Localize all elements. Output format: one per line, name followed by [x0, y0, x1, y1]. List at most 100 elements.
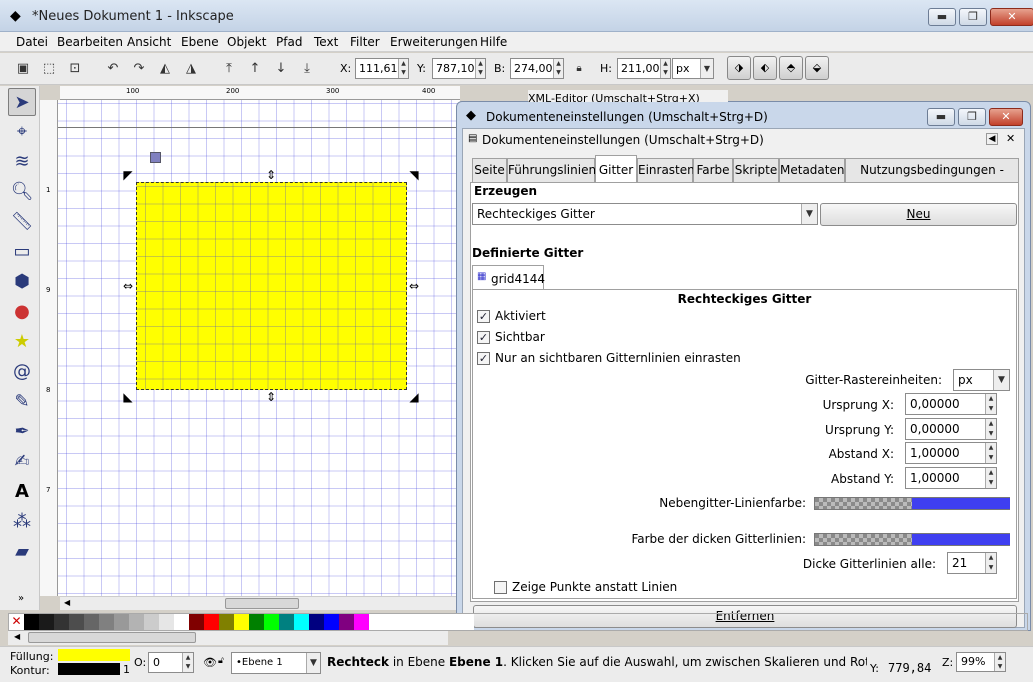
palette-swatch[interactable]	[219, 614, 234, 630]
palette-swatch[interactable]	[114, 614, 129, 630]
palette-swatch[interactable]	[264, 614, 279, 630]
menu-ebene[interactable]: Ebene	[181, 35, 219, 49]
select-all-icon[interactable]: ▣	[12, 58, 34, 80]
selected-rectangle[interactable]	[136, 182, 407, 390]
pen-tool-icon[interactable]: ✒	[8, 418, 36, 446]
rotate-cw-icon[interactable]: ↷	[128, 58, 150, 80]
grid-type-select[interactable]: Rechteckiges Gitter ▼	[472, 203, 818, 225]
menu-text[interactable]: Text	[314, 35, 338, 49]
enabled-checkbox[interactable]: ✓	[477, 310, 490, 323]
menu-bearbeiten[interactable]: Bearbeiten	[57, 35, 123, 49]
palette-swatch[interactable]	[39, 614, 54, 630]
close-button[interactable]: ✕	[990, 8, 1033, 26]
text-tool-icon[interactable]: A	[8, 478, 36, 506]
unit-dropdown-icon[interactable]: ▼	[700, 59, 713, 78]
palette-swatch[interactable]	[24, 614, 39, 630]
scale-handle-ne-icon[interactable]: ◥	[407, 168, 421, 182]
zoom-input[interactable]: 99% ▲ ▼	[956, 652, 1006, 672]
zoom-spin-icon[interactable]: ▲ ▼	[994, 653, 1005, 671]
opacity-spin-icon[interactable]: ▲ ▼	[182, 653, 193, 672]
palette-swatch[interactable]	[354, 614, 369, 630]
zoom-tool-icon[interactable]: 🔍︎	[8, 178, 36, 206]
minimize-button[interactable]: ▬	[928, 8, 956, 26]
opacity-input[interactable]: 0 ▲ ▼	[148, 652, 194, 673]
lower-to-bottom-icon[interactable]: ⤓	[296, 58, 318, 80]
palette-swatch[interactable]	[144, 614, 159, 630]
scale-handle-s-icon[interactable]: ⇕	[264, 390, 278, 404]
tab-skripte[interactable]: Skripte	[733, 158, 779, 182]
y-input[interactable]: 787,107 ▲ ▼	[432, 58, 486, 79]
scale-handle-e-icon[interactable]: ⇔	[407, 279, 421, 293]
palette-swatch[interactable]	[204, 614, 219, 630]
palette-swatch[interactable]	[69, 614, 84, 630]
palette-swatch[interactable]	[399, 614, 414, 630]
new-grid-button[interactable]: Neu	[820, 203, 1017, 226]
panel-close-icon[interactable]: ✕	[1006, 132, 1015, 145]
palette-swatch[interactable]	[369, 614, 384, 630]
origin-x-spin-icon[interactable]: ▲ ▼	[985, 394, 996, 414]
tab-einrasten[interactable]: Einrasten	[637, 158, 695, 182]
scale-corners-toggle[interactable]: ⬖	[753, 56, 777, 80]
units-dropdown-icon[interactable]: ▼	[993, 370, 1009, 390]
visible-checkbox[interactable]: ✓	[477, 331, 490, 344]
height-spin-icon[interactable]: ▲ ▼	[660, 59, 670, 78]
height-input[interactable]: 211,000 ▲ ▼	[617, 58, 671, 79]
layer-dropdown-icon[interactable]: ▼	[306, 653, 320, 673]
spiral-tool-icon[interactable]: @	[8, 358, 36, 386]
x-input[interactable]: 111,610 ▲ ▼	[355, 58, 409, 79]
palette-swatch[interactable]	[459, 614, 474, 630]
palette-swatch[interactable]	[84, 614, 99, 630]
scrollbar-thumb[interactable]	[28, 632, 196, 643]
scale-handle-se-icon[interactable]: ◢	[407, 390, 421, 404]
palette-swatch[interactable]	[309, 614, 324, 630]
palette-swatch[interactable]	[444, 614, 459, 630]
width-spin-icon[interactable]: ▲ ▼	[553, 59, 563, 78]
palette-swatch[interactable]	[429, 614, 444, 630]
layer-lock-icon[interactable]: 🔓︎	[218, 656, 224, 666]
spacing-y-spin-icon[interactable]: ▲ ▼	[985, 468, 996, 488]
no-paint-swatch[interactable]: ✕	[9, 614, 24, 630]
menu-erweiterungen[interactable]: Erweiterungen	[390, 35, 478, 49]
scroll-left-icon[interactable]: ◀	[64, 598, 70, 607]
lock-icon[interactable]: 🔒︎	[568, 58, 590, 80]
scale-handle-n-icon[interactable]: ⇕	[264, 168, 278, 182]
maximize-button[interactable]: ❐	[959, 8, 987, 26]
layer-select[interactable]: •Ebene 1 ▼	[231, 652, 321, 674]
palette-swatch[interactable]	[294, 614, 309, 630]
major-color-swatch[interactable]	[814, 533, 1010, 546]
width-input[interactable]: 274,000 ▲ ▼	[510, 58, 564, 79]
lower-icon[interactable]: ↓	[270, 58, 292, 80]
minor-color-swatch[interactable]	[814, 497, 1010, 510]
menu-ansicht[interactable]: Ansicht	[127, 35, 171, 49]
spray-tool-icon[interactable]: ⁂	[8, 508, 36, 536]
palette-swatch[interactable]	[384, 614, 399, 630]
flip-vertical-icon[interactable]: ◮	[180, 58, 202, 80]
scale-handle-w-icon[interactable]: ⇔	[121, 279, 135, 293]
scrollbar-thumb[interactable]	[225, 598, 299, 609]
menu-objekt[interactable]: Objekt	[227, 35, 266, 49]
menu-hilfe[interactable]: Hilfe	[480, 35, 507, 49]
palette-swatch[interactable]	[279, 614, 294, 630]
rotate-ccw-icon[interactable]: ↶	[102, 58, 124, 80]
palette-scrollbar[interactable]: ◀	[8, 631, 448, 645]
palette-swatch[interactable]	[54, 614, 69, 630]
tab-seite[interactable]: Seite	[472, 158, 507, 182]
raise-icon[interactable]: ↑	[244, 58, 266, 80]
stroke-swatch[interactable]	[58, 663, 120, 675]
more-tools-icon[interactable]: »	[18, 593, 24, 604]
dialog-minimize-button[interactable]: ▬	[927, 108, 955, 126]
scale-handle-sw-icon[interactable]: ◣	[121, 390, 135, 404]
palette-swatch[interactable]	[324, 614, 339, 630]
menu-datei[interactable]: Datei	[16, 35, 48, 49]
spacing-x-input[interactable]: 1,00000 ▲ ▼	[905, 442, 997, 464]
palette-swatch[interactable]	[189, 614, 204, 630]
scale-stroke-toggle[interactable]: ⬗	[727, 56, 751, 80]
palette-swatch[interactable]	[99, 614, 114, 630]
tab-farbe[interactable]: Farbe	[693, 158, 733, 182]
spacing-y-input[interactable]: 1,00000 ▲ ▼	[905, 467, 997, 489]
palette-swatch[interactable]	[129, 614, 144, 630]
menu-filter[interactable]: Filter	[350, 35, 380, 49]
node-tool-icon[interactable]: ⌖	[8, 118, 36, 146]
pencil-tool-icon[interactable]: ✎	[8, 388, 36, 416]
tab-gitter[interactable]: Gitter	[595, 155, 637, 183]
